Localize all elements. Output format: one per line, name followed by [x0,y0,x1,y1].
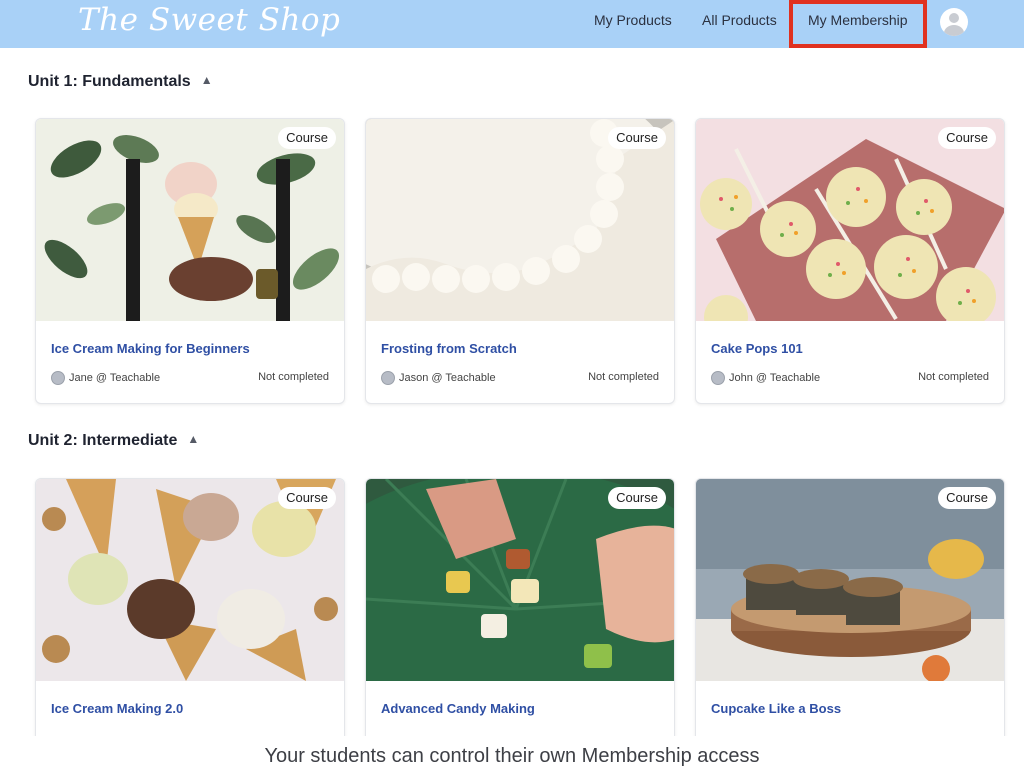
author-name: John @ Teachable [729,372,821,384]
course-image-frosted-cake [366,119,674,321]
site-logo[interactable]: The Sweet Shop [78,2,340,38]
course-title-link[interactable]: Cupcake Like a Boss [711,701,841,716]
course-author: Jane @ Teachable [51,371,160,385]
course-card-frosting[interactable]: Course Frosting from Scratch Jason @ Tea… [365,118,675,404]
completion-status: Not completed [588,371,659,383]
course-image-ice-cream-hand [36,119,344,321]
chevron-up-icon[interactable]: ▲ [187,432,199,446]
nav-all-products[interactable]: All Products [702,12,777,28]
course-badge: Course [938,127,996,149]
course-badge: Course [278,487,336,509]
author-name: Jane @ Teachable [69,372,161,384]
video-caption: Your students can control their own Memb… [264,745,760,767]
course-badge: Course [608,127,666,149]
author-avatar-icon [711,371,725,385]
unit-1-title: Unit 1: Fundamentals [28,73,191,90]
course-image-candy [366,479,674,681]
course-card-ice-cream-beginners[interactable]: Course Ice Cream Making for Beginners Ja… [35,118,345,404]
user-avatar-icon[interactable] [940,8,968,36]
course-author: Jason @ Teachable [381,371,496,385]
course-image-ice-cream-cones [36,479,344,681]
course-card-cake-pops[interactable]: Course Cake Pops 101 John @ Teachable No… [695,118,1005,404]
completion-status: Not completed [918,371,989,383]
course-title-link[interactable]: Frosting from Scratch [381,341,517,356]
unit-2-heading[interactable]: Unit 2: Intermediate ▲ [28,432,199,450]
course-title-link[interactable]: Cake Pops 101 [711,341,803,356]
completion-status: Not completed [258,371,329,383]
highlight-box [789,0,927,48]
unit-1-heading[interactable]: Unit 1: Fundamentals ▲ [28,73,213,91]
author-name: Jason @ Teachable [399,372,496,384]
course-badge: Course [278,127,336,149]
top-navigation-bar: The Sweet Shop My Products All Products … [0,0,1024,48]
course-title-link[interactable]: Advanced Candy Making [381,701,535,716]
course-card-candy[interactable]: Course Advanced Candy Making [365,478,675,764]
unit-2-title: Unit 2: Intermediate [28,432,178,449]
course-badge: Course [938,487,996,509]
author-avatar-icon [51,371,65,385]
course-badge: Course [608,487,666,509]
course-card-ice-cream-2[interactable]: Course Ice Cream Making 2.0 [35,478,345,764]
nav-my-products[interactable]: My Products [594,12,672,28]
author-avatar-icon [381,371,395,385]
course-card-cupcake[interactable]: Course Cupcake Like a Boss [695,478,1005,764]
course-author: John @ Teachable [711,371,820,385]
course-image-cake-pops [696,119,1004,321]
chevron-up-icon[interactable]: ▲ [201,73,213,87]
course-image-cupcakes [696,479,1004,681]
course-title-link[interactable]: Ice Cream Making 2.0 [51,701,183,716]
course-title-link[interactable]: Ice Cream Making for Beginners [51,341,250,356]
